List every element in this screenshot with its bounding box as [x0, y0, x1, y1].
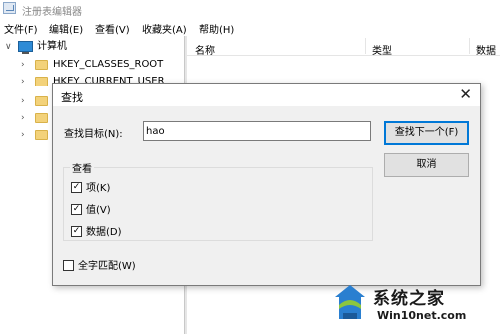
watermark: 系统之家 Win10net.com — [333, 280, 498, 330]
chevron-right-icon[interactable]: › — [21, 57, 25, 73]
menu-help[interactable]: 帮助(H) — [199, 21, 234, 36]
menu-file[interactable]: 文件(F) — [4, 21, 38, 36]
keys-checkbox-label: 项(K) — [86, 183, 111, 194]
find-what-label: 查找目标(N): — [64, 129, 123, 140]
close-icon[interactable]: ✕ — [459, 86, 472, 103]
data-checkbox-label: 数据(D) — [86, 227, 122, 238]
house-logo-icon — [335, 285, 365, 319]
cancel-button[interactable]: 取消 — [384, 153, 469, 177]
folder-icon — [35, 60, 48, 70]
watermark-site: Win10net.com — [377, 309, 467, 322]
watermark-brand: 系统之家 — [373, 289, 445, 309]
dialog-title-bar: 查找 ✕ — [53, 84, 480, 106]
registry-editor-icon — [3, 2, 16, 14]
folder-icon — [35, 96, 48, 106]
app-title-bar: 注册表编辑器 — [0, 0, 500, 18]
find-what-input[interactable] — [143, 121, 371, 141]
column-data[interactable]: 数据 — [476, 42, 496, 57]
dialog-title: 查找 — [61, 91, 83, 104]
match-whole-checkbox[interactable] — [63, 260, 74, 271]
match-whole-label: 全字匹配(W) — [78, 261, 136, 272]
tree-root-label: 计算机 — [37, 41, 67, 52]
chevron-right-icon[interactable]: › — [21, 110, 25, 126]
tree-item[interactable]: › HKEY_CLASSES_ROOT — [0, 57, 184, 73]
chevron-right-icon[interactable]: › — [21, 93, 25, 109]
folder-icon — [35, 130, 48, 140]
menu-edit[interactable]: 编辑(E) — [49, 21, 83, 36]
folder-icon — [35, 113, 48, 123]
column-type[interactable]: 类型 — [372, 42, 392, 57]
menu-favorites[interactable]: 收藏夹(A) — [142, 21, 187, 36]
find-dialog: 查找 ✕ 查找目标(N): 查找下一个(F) 取消 查看 ✓ 项(K) ✓ 值(… — [52, 83, 481, 286]
computer-icon — [18, 41, 33, 54]
values-checkbox-label: 值(V) — [86, 205, 111, 216]
column-separator[interactable] — [365, 38, 366, 54]
find-next-button[interactable]: 查找下一个(F) — [384, 121, 469, 145]
chevron-down-icon[interactable]: ∨ — [5, 39, 12, 55]
data-checkbox[interactable]: ✓ — [71, 226, 82, 237]
tree-item-label: HKEY_CLASSES_ROOT — [53, 59, 164, 70]
column-separator[interactable] — [469, 38, 470, 54]
menu-view[interactable]: 查看(V) — [95, 21, 130, 36]
app-title: 注册表编辑器 — [22, 7, 82, 18]
list-header: 名称 类型 数据 — [187, 36, 500, 57]
chevron-right-icon[interactable]: › — [21, 127, 25, 143]
values-checkbox[interactable]: ✓ — [71, 204, 82, 215]
look-at-label: 查看 — [70, 160, 94, 175]
folder-icon — [35, 77, 48, 86]
chevron-right-icon[interactable]: › — [21, 74, 25, 86]
column-name[interactable]: 名称 — [195, 42, 215, 57]
keys-checkbox[interactable]: ✓ — [71, 182, 82, 193]
tree-root[interactable]: ∨ 计算机 — [0, 39, 184, 55]
menu-bar: 文件(F) 编辑(E) 查看(V) 收藏夹(A) 帮助(H) — [0, 18, 500, 36]
